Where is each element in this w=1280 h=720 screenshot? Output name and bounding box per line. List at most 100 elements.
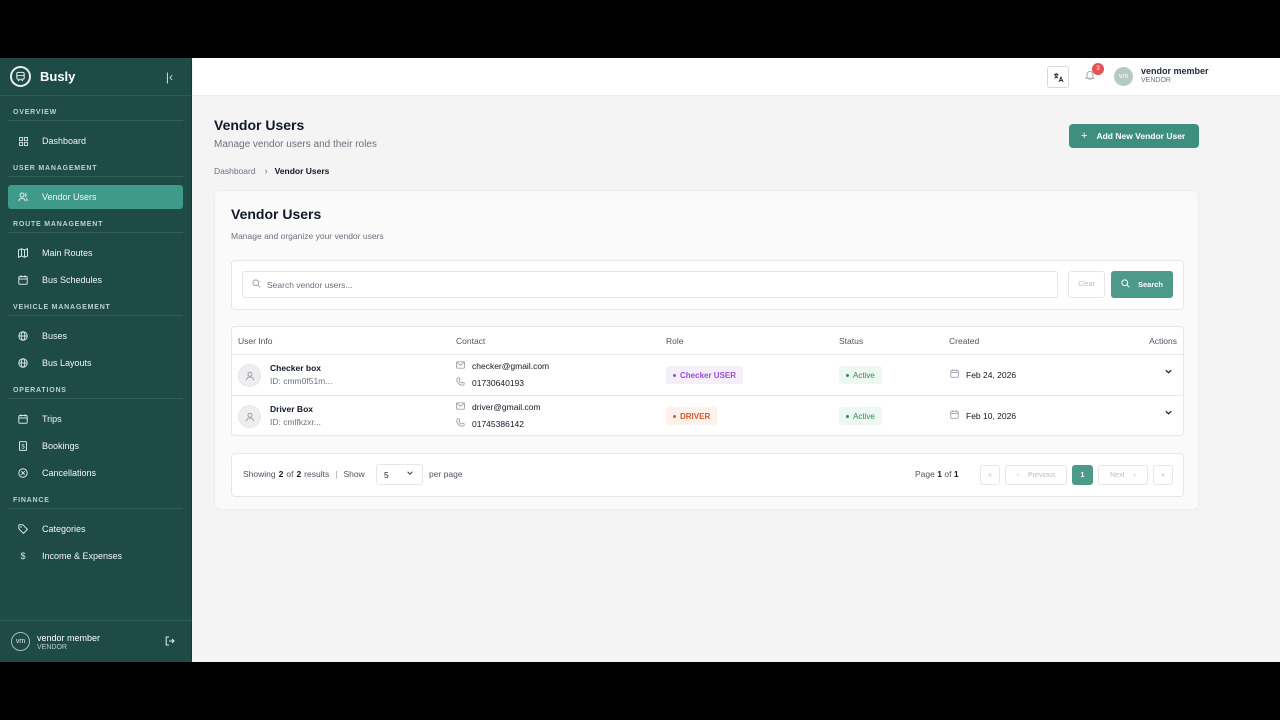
- email-text: driver@gmail.com: [472, 402, 541, 412]
- add-vendor-user-button[interactable]: + Add New Vendor User: [1069, 124, 1199, 148]
- page-title: Vendor Users: [214, 117, 305, 133]
- sidebar-item-bus-schedules[interactable]: Bus Schedules: [8, 268, 183, 292]
- chevron-right-icon: ›: [1133, 471, 1136, 479]
- logout-icon[interactable]: [165, 636, 175, 649]
- page-info: Page 1 of 1: [915, 469, 959, 479]
- table-row[interactable]: Checker box ID: cmm0f51m... checker@gmai…: [232, 355, 1183, 396]
- chevron-down-icon[interactable]: [1164, 367, 1173, 379]
- contact-email: driver@gmail.com: [456, 402, 541, 412]
- sidebar-item-label: Bus Layouts: [42, 358, 92, 368]
- section-label-finance: FINANCE: [13, 497, 50, 504]
- sidebar-item-label: Categories: [42, 524, 86, 534]
- chevron-down-icon[interactable]: [1164, 408, 1173, 420]
- section-label-user-management: USER MANAGEMENT: [13, 165, 98, 172]
- sidebar-item-dashboard[interactable]: Dashboard: [8, 129, 183, 153]
- vendor-users-table: User Info Contact Role Status Created Ac…: [231, 326, 1184, 436]
- show-label: Show: [343, 469, 365, 479]
- avatar: vm: [11, 632, 30, 651]
- results-label: results: [304, 469, 330, 479]
- breadcrumb-dashboard-link[interactable]: Dashboard: [214, 166, 256, 176]
- sidebar-item-label: Buses: [42, 331, 68, 341]
- avatar[interactable]: vm: [1114, 67, 1133, 86]
- sidebar-item-bookings[interactable]: $ Bookings: [8, 434, 183, 458]
- shown-count: 2: [278, 469, 284, 479]
- user-id: ID: cmm0f51m...: [270, 376, 333, 386]
- search-button-label: Search: [1137, 280, 1164, 289]
- section-label-overview: OVERVIEW: [13, 109, 58, 116]
- page-of-label: of: [944, 469, 952, 479]
- column-header-created: Created: [949, 336, 980, 346]
- brand-name: Busly: [40, 69, 76, 84]
- search-icon: [252, 279, 261, 290]
- role-text: DRIVER: [680, 411, 711, 421]
- role-badge: DRIVER: [666, 407, 718, 425]
- card-title: Vendor Users: [231, 206, 322, 222]
- sidebar-item-label: Income & Expenses: [42, 551, 123, 561]
- sidebar-item-categories[interactable]: Categories: [8, 517, 183, 541]
- search-input[interactable]: [267, 279, 1027, 290]
- translate-icon[interactable]: [1047, 66, 1069, 88]
- search-field[interactable]: [242, 271, 1058, 298]
- notification-badge: 3: [1092, 63, 1104, 75]
- previous-label: Previous: [1028, 471, 1056, 479]
- user-name[interactable]: vendor member: [1141, 66, 1209, 76]
- sidebar-item-bus-layouts[interactable]: Bus Layouts: [8, 351, 183, 375]
- role-dot: [673, 373, 676, 377]
- bus-logo-icon: [10, 66, 31, 87]
- collapse-sidebar-icon[interactable]: |‹: [166, 70, 173, 84]
- per-page-label: per page: [429, 469, 463, 479]
- table-row[interactable]: Driver Box ID: cmlfkzxr... driver@gmail.…: [232, 396, 1183, 435]
- search-button[interactable]: Search: [1111, 271, 1173, 298]
- globe-icon: [18, 358, 28, 368]
- sidebar-item-vendor-users[interactable]: Vendor Users: [8, 185, 183, 209]
- calendar-icon: [950, 410, 960, 421]
- section-label-vehicle-management: VEHICLE MANAGEMENT: [13, 304, 111, 311]
- users-icon: [18, 192, 28, 202]
- clear-button[interactable]: Clear: [1068, 271, 1105, 298]
- sidebar-item-cancellations[interactable]: Cancellations: [8, 461, 183, 485]
- created-text: Feb 24, 2026: [966, 369, 1017, 380]
- sidebar-item-buses[interactable]: Buses: [8, 324, 183, 348]
- vendor-users-card: Vendor Users Manage and organize your ve…: [214, 190, 1199, 510]
- tag-icon: [18, 524, 28, 534]
- created-date: Feb 10, 2026: [950, 410, 1016, 421]
- sidebar-item-label: Main Routes: [42, 248, 93, 258]
- calendar-icon: [18, 275, 28, 285]
- email-text: checker@gmail.com: [472, 361, 550, 371]
- page-button-current[interactable]: 1: [1072, 465, 1093, 485]
- contact-phone: 01730640193: [456, 377, 524, 388]
- search-icon: [1121, 279, 1130, 290]
- section-label-operations: OPERATIONS: [13, 387, 67, 394]
- map-icon: [18, 248, 28, 258]
- created-text: Feb 10, 2026: [966, 410, 1017, 421]
- status-text: Active: [853, 370, 875, 380]
- sidebar-item-main-routes[interactable]: Main Routes: [8, 241, 183, 265]
- contact-email: checker@gmail.com: [456, 361, 549, 371]
- per-page-select[interactable]: 5: [376, 464, 423, 485]
- last-page-button[interactable]: »: [1153, 465, 1173, 485]
- previous-page-button[interactable]: ‹ Previous: [1005, 465, 1067, 485]
- column-header-user-info: User Info: [238, 336, 273, 346]
- results-summary: Showing 2 of 2 results | Show: [243, 469, 365, 479]
- plus-icon: +: [1081, 130, 1088, 142]
- sidebar-item-trips[interactable]: Trips: [8, 407, 183, 431]
- contact-phone: 01745386142: [456, 418, 524, 429]
- per-page-value: 5: [384, 469, 389, 480]
- column-header-contact: Contact: [456, 336, 486, 346]
- sidebar-item-label: Bookings: [42, 441, 80, 451]
- user-icon: [238, 364, 261, 387]
- svg-text:$: $: [21, 444, 25, 450]
- add-vendor-user-label: Add New Vendor User: [1096, 131, 1186, 141]
- brand[interactable]: Busly: [0, 58, 191, 96]
- first-page-button[interactable]: «: [980, 465, 1000, 485]
- section-label-route-management: ROUTE MANAGEMENT: [13, 221, 104, 228]
- total-count: 2: [296, 469, 302, 479]
- next-page-button[interactable]: Next ›: [1098, 465, 1148, 485]
- chevron-right-icon: ›: [264, 166, 268, 176]
- sidebar-item-income-expenses[interactable]: $ Income & Expenses: [8, 544, 183, 568]
- user-name: Driver Box: [270, 404, 313, 414]
- sidebar-user-profile[interactable]: vm vendor member VENDOR: [0, 620, 192, 662]
- status-text: Active: [853, 411, 875, 421]
- sidebar-item-label: Vendor Users: [42, 192, 97, 202]
- calendar-icon: [950, 369, 960, 380]
